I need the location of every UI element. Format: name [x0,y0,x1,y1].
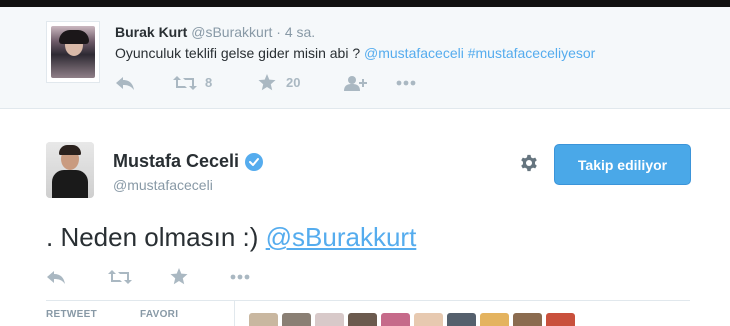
retweet-icon [108,269,132,284]
more-button[interactable] [396,80,420,86]
retweet-icon [173,75,197,90]
stats-separator [234,301,235,326]
reply-actions: 8 20 [115,74,420,91]
main-tweet-text: . Neden olmasın :) @sBurakkurt [46,222,416,253]
follow-user-button[interactable] [344,75,396,91]
favoriter-avatar[interactable] [513,313,542,326]
more-icon [396,80,416,85]
reply-hashtag-link[interactable]: #mustafaceceliyesor [468,45,596,61]
reply-avatar[interactable] [46,21,100,83]
avatar-image [51,26,95,78]
retweet-button[interactable]: 8 [173,75,258,91]
favorite-button[interactable] [170,268,230,285]
reply-icon [116,76,134,90]
reply-text-body: Oyunculuk teklifi gelse gider misin abi … [115,45,365,61]
favoriters-avatars [249,313,575,326]
reply-button[interactable] [115,75,173,91]
favoriter-avatar[interactable] [414,313,443,326]
main-author-name-row: Mustafa Ceceli [113,151,264,172]
reply-header: Burak Kurt @sBurakkurt · 4 sa. [115,24,315,40]
reply-author-handle[interactable]: @sBurakkurt [191,24,272,40]
top-bar [0,0,730,7]
more-button[interactable] [230,274,254,280]
reply-tweet: Burak Kurt @sBurakkurt · 4 sa. Oyunculuk… [0,7,730,109]
reply-separator: · [276,24,281,40]
favoriter-avatar[interactable] [546,313,575,326]
reply-icon [47,270,65,284]
verified-icon [245,152,264,171]
main-author-handle[interactable]: @mustafaceceli [113,177,213,193]
reply-timestamp[interactable]: 4 sa. [285,24,315,40]
reply-button[interactable] [46,269,108,285]
gear-icon[interactable] [518,152,540,174]
stats-divider [46,300,690,301]
favoriter-avatar[interactable] [315,313,344,326]
favoriter-avatar[interactable] [249,313,278,326]
favorite-stat-label[interactable]: FAVORI [140,309,178,320]
star-icon [258,74,276,91]
favoriter-avatar[interactable] [480,313,509,326]
main-mention-link[interactable]: @sBurakkurt [266,222,417,252]
favoriter-avatar[interactable] [381,313,410,326]
follow-user-icon [344,75,367,91]
main-author-name[interactable]: Mustafa Ceceli [113,151,239,172]
favorite-button[interactable]: 20 [258,74,344,91]
reply-mention-link[interactable]: @mustafaceceli [364,45,464,61]
favorite-count: 20 [286,75,301,90]
favoriter-avatar[interactable] [282,313,311,326]
more-icon [230,274,250,279]
favoriter-avatar[interactable] [447,313,476,326]
main-avatar[interactable] [46,142,94,198]
main-actions [46,268,254,285]
retweet-button[interactable] [108,269,170,285]
favoriter-avatar[interactable] [348,313,377,326]
star-icon [170,268,188,285]
reply-author-name[interactable]: Burak Kurt [115,24,187,40]
following-button[interactable]: Takip ediliyor [554,144,691,185]
reply-text: Oyunculuk teklifi gelse gider misin abi … [115,45,595,61]
main-tweet-body: . Neden olmasın :) [46,222,266,252]
retweet-count: 8 [205,75,213,90]
retweet-stat-label[interactable]: RETWEET [46,309,97,320]
